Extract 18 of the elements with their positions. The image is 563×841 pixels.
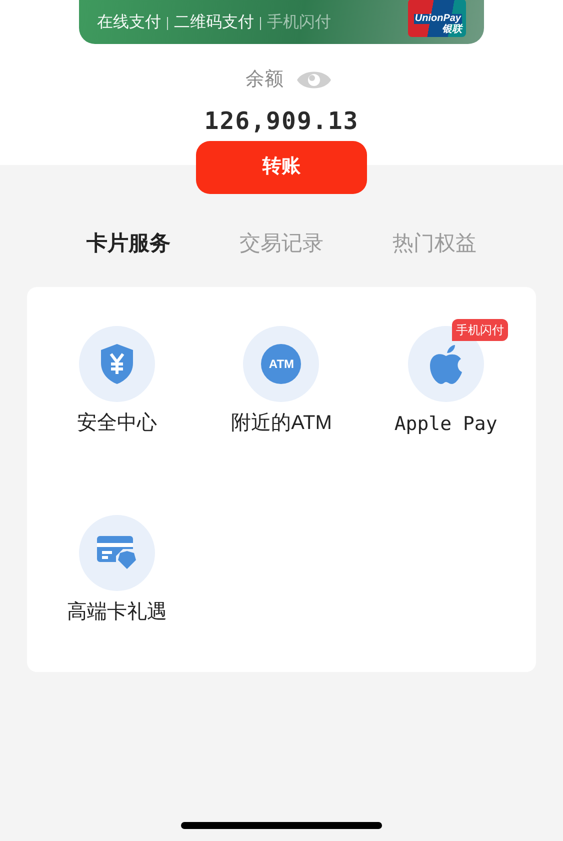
balance-amount: 126,909.13 bbox=[204, 106, 359, 136]
pay-method-label: 二维码支付 bbox=[174, 12, 254, 33]
tab[interactable]: 卡片服务 bbox=[86, 228, 170, 259]
pay-method-label: 在线支付 bbox=[97, 12, 161, 33]
logo-text: UnionPay bbox=[414, 14, 462, 24]
service-label[interactable]: 高端卡礼遇 bbox=[67, 596, 168, 626]
service-label[interactable]: Apple Pay bbox=[394, 410, 498, 438]
balance-label: 余额 bbox=[246, 68, 284, 92]
card-gift-icon bbox=[96, 534, 138, 572]
service-label[interactable]: 安全中心 bbox=[77, 408, 158, 438]
logo-text: 银联 bbox=[442, 25, 462, 35]
transfer-button[interactable]: 转账 bbox=[196, 140, 367, 194]
atm-icon: ATM bbox=[261, 344, 302, 384]
shield-yen-icon bbox=[99, 343, 136, 385]
service-badge: 手机闪付 bbox=[452, 319, 508, 341]
pay-method-label: 手机闪付 bbox=[267, 12, 331, 33]
service-label[interactable]: 附近的ATM bbox=[231, 408, 332, 438]
apple-icon bbox=[428, 343, 464, 385]
